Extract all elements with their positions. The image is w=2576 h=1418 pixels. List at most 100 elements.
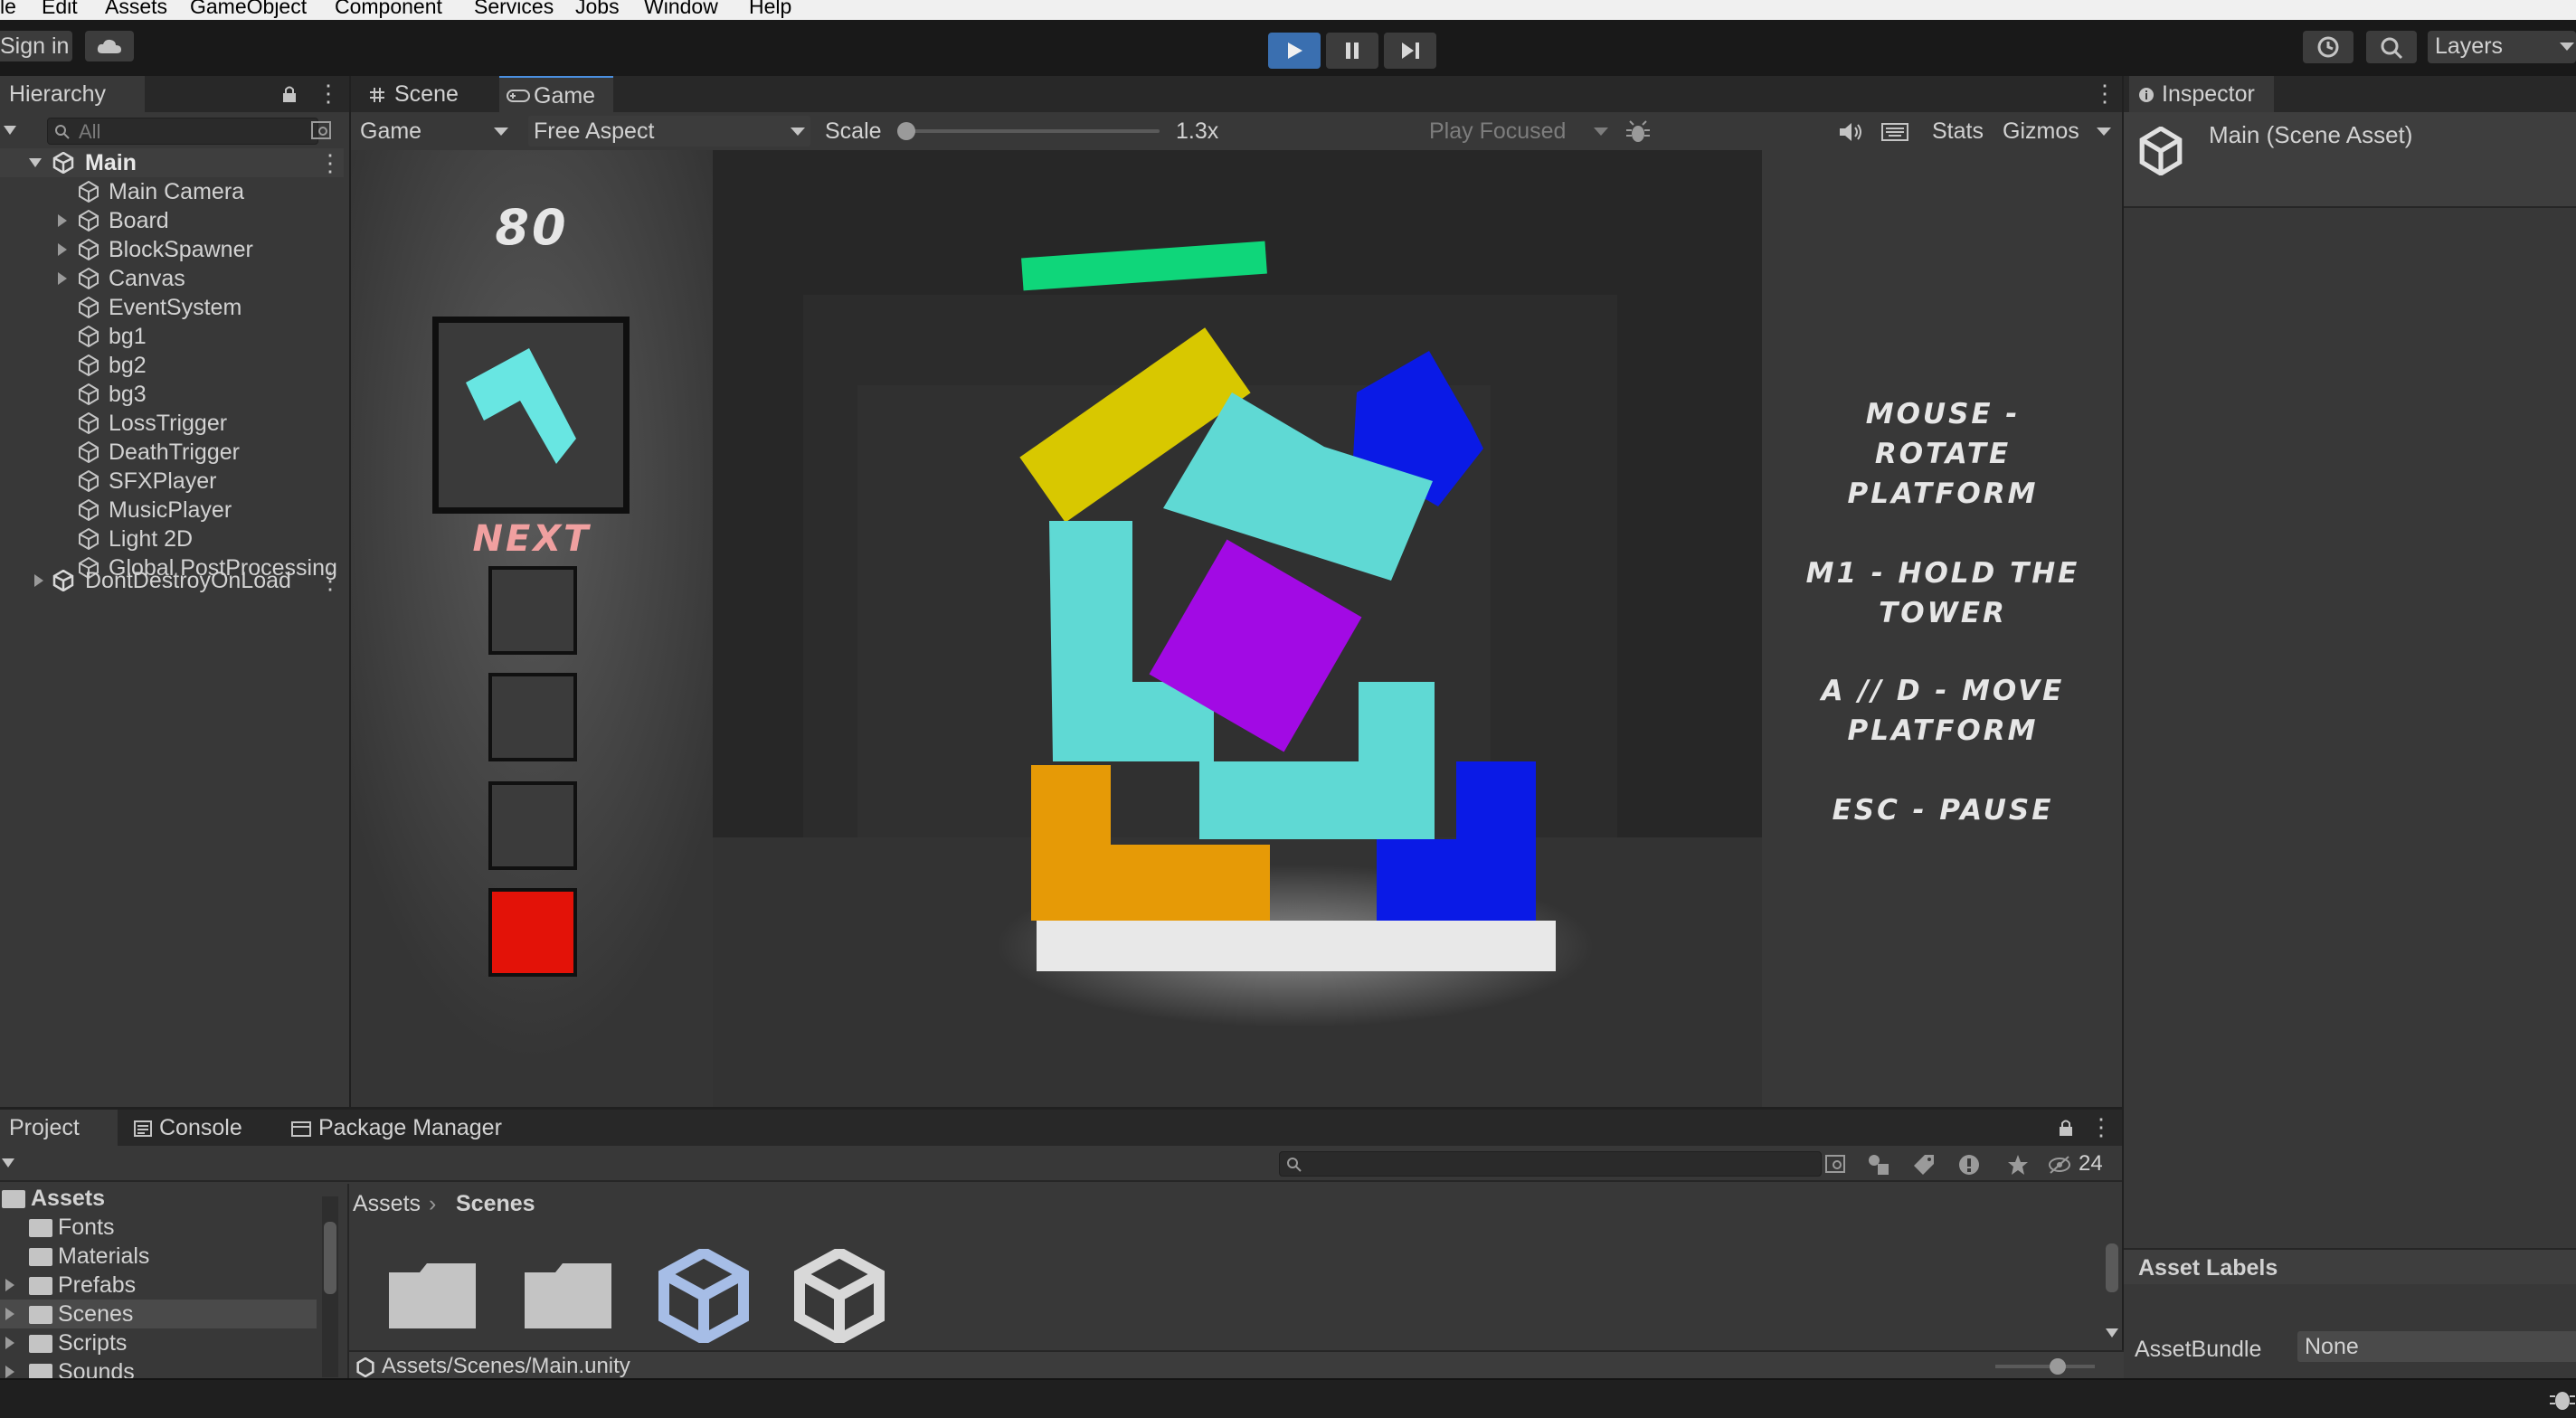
hierarchy-item-label: Canvas (109, 266, 185, 291)
label-icon[interactable] (1912, 1153, 1936, 1177)
chevron-right-icon[interactable] (58, 272, 67, 285)
more-options-icon[interactable]: ⋮ (318, 151, 342, 175)
chevron-right-icon[interactable] (34, 574, 43, 587)
scene-row-dontdestroyonload[interactable]: DontDestroyOnLoad ⋮ (0, 566, 344, 595)
debug-mode-icon[interactable] (2549, 1385, 2576, 1413)
chevron-right-icon[interactable] (58, 214, 67, 227)
play-mode-dropdown[interactable]: Play Focused (1424, 116, 1614, 147)
assetbundle-dropdown[interactable]: None (2297, 1331, 2576, 1362)
bug-icon[interactable] (1624, 119, 1652, 145)
mute-audio-icon[interactable] (1838, 121, 1863, 143)
lock-icon[interactable] (2059, 1119, 2073, 1137)
scene-asset-item[interactable] (657, 1246, 751, 1346)
tree-folder-item[interactable]: Fonts (0, 1213, 317, 1242)
lock-icon[interactable] (282, 85, 297, 103)
hierarchy-item[interactable]: SFXPlayer (0, 467, 344, 496)
tab-package-manager[interactable]: Package Manager (286, 1110, 539, 1146)
menu-help[interactable]: Help (749, 0, 791, 19)
chevron-right-icon[interactable] (58, 243, 67, 256)
scroll-down-icon[interactable] (2106, 1328, 2118, 1338)
more-options-icon[interactable]: ⋮ (318, 569, 342, 592)
layers-dropdown[interactable]: Layers (2428, 31, 2576, 63)
tab-inspector[interactable]: Inspector (2129, 76, 2274, 112)
menu-edit[interactable]: Edit (42, 0, 78, 19)
next-label: NEXT (472, 518, 592, 560)
tree-folder-item[interactable]: Scenes (0, 1300, 317, 1328)
hierarchy-item[interactable]: Main Camera (0, 177, 344, 206)
tab-console[interactable]: Console (127, 1110, 271, 1146)
content-scrollbar[interactable] (2104, 1220, 2120, 1347)
hierarchy-item[interactable]: bg3 (0, 380, 344, 409)
project-search-input[interactable] (1279, 1151, 1822, 1177)
hierarchy-item[interactable]: Board (0, 206, 344, 235)
aspect-dropdown[interactable]: Free Aspect (528, 116, 810, 147)
hierarchy-item[interactable]: Canvas (0, 264, 344, 293)
hierarchy-item[interactable]: MusicPlayer (0, 496, 344, 525)
menu-services[interactable]: Services (474, 0, 554, 19)
tab-game[interactable]: Game (499, 76, 613, 112)
stats-button[interactable]: Stats (1932, 116, 1984, 147)
cloud-button[interactable] (85, 31, 134, 61)
tree-root-assets[interactable]: Assets (0, 1184, 317, 1213)
hierarchy-search-input[interactable]: All (47, 118, 318, 145)
more-options-icon[interactable]: ⋮ (2089, 1115, 2113, 1139)
menu-component[interactable]: Component (335, 0, 442, 19)
tree-scrollbar-thumb[interactable] (324, 1222, 336, 1294)
content-scrollbar-thumb[interactable] (2106, 1243, 2118, 1292)
play-button[interactable] (1268, 33, 1321, 69)
display-dropdown[interactable]: Game (356, 116, 514, 147)
gizmos-dropdown[interactable]: Gizmos (1999, 116, 2117, 147)
tab-scene[interactable]: Scene (364, 76, 499, 112)
scene-search-icon[interactable] (311, 121, 333, 141)
hierarchy-item[interactable]: EventSystem (0, 293, 344, 322)
scale-slider[interactable] (897, 122, 1160, 140)
add-asset-dropdown-icon[interactable] (2, 1158, 14, 1167)
search-by-type-icon[interactable] (1825, 1155, 1849, 1175)
menu-jobs[interactable]: Jobs (575, 0, 620, 19)
icon-size-slider[interactable] (1995, 1358, 2095, 1375)
hierarchy-item[interactable]: DeathTrigger (0, 438, 344, 467)
chevron-right-icon[interactable] (5, 1308, 14, 1320)
hierarchy-item[interactable]: Light 2D (0, 525, 344, 553)
tab-hierarchy[interactable]: Hierarchy (0, 76, 145, 112)
icon-size-slider-thumb[interactable] (2050, 1358, 2066, 1375)
hierarchy-item[interactable]: LossTrigger (0, 409, 344, 438)
hierarchy-item[interactable]: bg2 (0, 351, 344, 380)
breadcrumb-scenes[interactable]: Scenes (456, 1186, 535, 1222)
hierarchy-item[interactable]: BlockSpawner (0, 235, 344, 264)
sign-in-button[interactable]: Sign in (0, 31, 72, 61)
scene-asset-item[interactable] (792, 1246, 886, 1346)
game-viewport[interactable]: 80 NEXT MOUSE - ROTATE PLATFORM M1 - HOL… (351, 150, 2124, 1107)
more-options-icon[interactable]: ⋮ (2093, 81, 2117, 105)
chevron-down-icon[interactable] (29, 158, 42, 167)
filter-type-icon[interactable] (1867, 1153, 1890, 1177)
menu-window[interactable]: Window (644, 0, 718, 19)
chevron-right-icon[interactable] (5, 1337, 14, 1349)
tree-folder-item[interactable]: Scripts (0, 1328, 317, 1357)
hierarchy-item[interactable]: bg1 (0, 322, 344, 351)
tab-project[interactable]: Project (0, 1110, 118, 1146)
breadcrumb-assets[interactable]: Assets (353, 1186, 421, 1222)
hidden-packages-icon[interactable] (2048, 1155, 2071, 1175)
pause-button[interactable] (1326, 33, 1378, 69)
menu-assets[interactable]: Assets (105, 0, 167, 19)
tree-scrollbar[interactable] (322, 1196, 338, 1377)
tree-folder-item[interactable]: Materials (0, 1242, 317, 1271)
search-button[interactable] (2366, 31, 2417, 63)
folder-item[interactable] (521, 1260, 615, 1332)
tree-folder-item[interactable]: Prefabs (0, 1271, 317, 1300)
warning-filter-icon[interactable] (1957, 1153, 1981, 1177)
menu-gameobject[interactable]: GameObject (190, 0, 307, 19)
chevron-right-icon[interactable] (5, 1366, 14, 1378)
keyboard-icon[interactable] (1881, 121, 1908, 143)
chevron-right-icon[interactable] (5, 1279, 14, 1291)
add-dropdown-icon[interactable] (4, 126, 16, 135)
star-icon[interactable] (2006, 1153, 2030, 1177)
folder-item[interactable] (385, 1260, 479, 1332)
menu-file[interactable]: le (0, 0, 16, 19)
history-button[interactable] (2303, 31, 2353, 63)
more-options-icon[interactable]: ⋮ (317, 81, 340, 105)
scale-slider-thumb[interactable] (897, 122, 915, 140)
scene-row-main[interactable]: Main ⋮ (0, 148, 344, 177)
step-button[interactable] (1384, 33, 1436, 69)
